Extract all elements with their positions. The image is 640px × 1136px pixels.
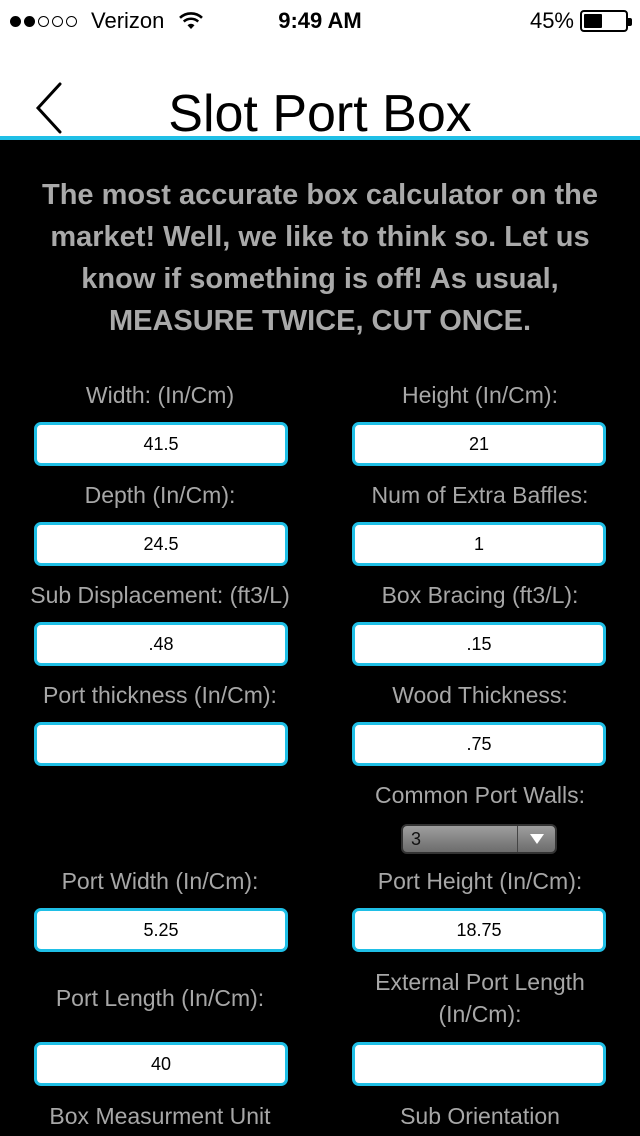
intro-text: The most accurate box calculator on the … <box>42 179 598 337</box>
wood-thickness-input[interactable] <box>352 722 606 766</box>
box-measurement-unit-label: Box Measurment Unit <box>49 1103 271 1129</box>
page-title: Slot Port Box <box>168 85 472 143</box>
calculator-form: The most accurate box calculator on the … <box>0 144 640 1136</box>
wood-thickness-label: Wood Thickness: <box>392 682 568 708</box>
sub-displacement-label: Sub Displacement: (ft3/L) <box>30 582 290 608</box>
height-label: Height (In/Cm): <box>402 382 558 408</box>
navigation-bar: Slot Port Box <box>0 40 640 140</box>
box-bracing-label: Box Bracing (ft3/L): <box>381 582 579 608</box>
box-bracing-input[interactable] <box>352 622 606 666</box>
port-length-label: Port Length (In/Cm): <box>55 985 265 1011</box>
sub-displacement-input[interactable] <box>34 622 288 666</box>
battery-percent: 45% <box>529 8 574 33</box>
external-port-length-label: External Port Length (In/Cm): <box>375 969 585 1027</box>
battery-icon <box>580 10 632 32</box>
port-length-input[interactable] <box>34 1042 288 1086</box>
common-port-walls-value: 3 <box>411 828 422 849</box>
depth-label: Depth (In/Cm): <box>84 482 236 508</box>
external-port-length-input[interactable] <box>352 1042 606 1086</box>
port-height-input[interactable] <box>352 908 606 952</box>
battery-fill <box>584 14 602 28</box>
width-label: Width: (In/Cm) <box>85 382 235 408</box>
dropdown-arrow-icon <box>517 826 555 852</box>
sub-orientation-label: Sub Orientation <box>400 1103 560 1129</box>
baffles-label: Num of Extra Baffles: <box>371 482 589 508</box>
depth-input[interactable] <box>34 522 288 566</box>
port-thickness-label: Port thickness (In/Cm): <box>43 682 277 708</box>
status-right: 45% <box>529 8 632 34</box>
common-port-walls-select[interactable]: 3 <box>401 824 557 854</box>
port-thickness-input[interactable] <box>34 722 288 766</box>
status-bar: Verizon 9:49 AM 45% <box>0 0 640 40</box>
port-width-label: Port Width (In/Cm): <box>61 868 259 894</box>
common-port-walls-label: Common Port Walls: <box>374 782 586 808</box>
port-width-input[interactable] <box>34 908 288 952</box>
height-input[interactable] <box>352 422 606 466</box>
port-height-label: Port Height (In/Cm): <box>377 868 583 894</box>
baffles-input[interactable] <box>352 522 606 566</box>
width-input[interactable] <box>34 422 288 466</box>
